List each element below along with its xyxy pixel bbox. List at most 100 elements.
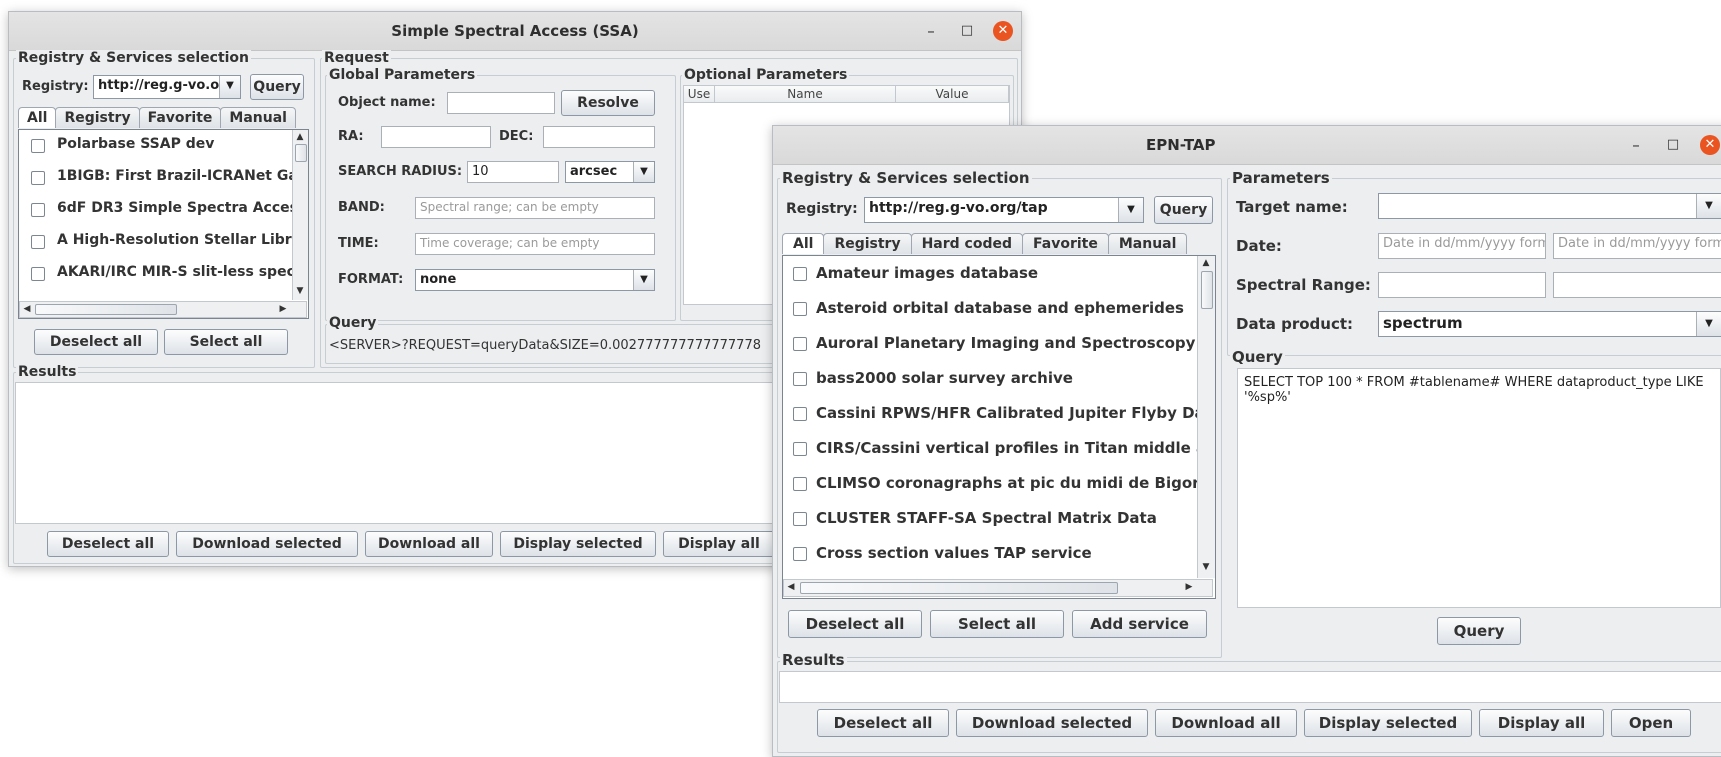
list-item[interactable]: 6dF DR3 Simple Spectra Access bbox=[19, 194, 308, 226]
date-end-input[interactable]: Date in dd/mm/yyyy form bbox=[1553, 233, 1721, 259]
list-item[interactable]: Polarbase SSAP dev bbox=[19, 130, 308, 162]
ssa-list-horizontal-scrollbar[interactable]: ◀ ▶ bbox=[19, 301, 307, 318]
list-item[interactable]: AKARI/IRC MIR-S slit-less spectro bbox=[19, 258, 308, 290]
checkbox[interactable] bbox=[31, 171, 45, 185]
maximize-icon[interactable]: □ bbox=[1663, 135, 1683, 155]
ssa-deselect-all-button[interactable]: Deselect all bbox=[34, 329, 158, 355]
epn-results-deselect-all-button[interactable]: Deselect all bbox=[817, 709, 949, 737]
epn-list-scroll-thumb[interactable] bbox=[1201, 271, 1213, 309]
list-item[interactable]: bass2000 solar survey archive bbox=[783, 361, 1215, 396]
epn-list-horizontal-scrollbar[interactable]: ◀ ▶ bbox=[783, 579, 1213, 597]
ssa-results-deselect-all-button[interactable]: Deselect all bbox=[47, 531, 169, 557]
ssa-display-all-button[interactable]: Display all bbox=[663, 531, 775, 557]
chevron-down-icon[interactable]: ▼ bbox=[1696, 194, 1721, 218]
spectral-range-max-input[interactable] bbox=[1553, 272, 1721, 298]
list-item[interactable]: Asteroid orbital database and ephemeride… bbox=[783, 291, 1215, 326]
column-header-name[interactable]: Name bbox=[715, 86, 896, 103]
spectral-range-min-input[interactable] bbox=[1378, 272, 1546, 298]
epn-list-hscroll-thumb[interactable] bbox=[800, 582, 1118, 594]
format-select[interactable]: none ▼ bbox=[415, 269, 655, 291]
epn-download-all-button[interactable]: Download all bbox=[1155, 709, 1297, 737]
checkbox[interactable] bbox=[793, 547, 807, 561]
list-item[interactable]: CLIMSO coronagraphs at pic du midi de Bi… bbox=[783, 466, 1215, 501]
epn-display-all-button[interactable]: Display all bbox=[1479, 709, 1604, 737]
epn-open-button[interactable]: Open bbox=[1611, 709, 1691, 737]
ssa-titlebar[interactable]: Simple Spectral Access (SSA) – □ ✕ bbox=[9, 12, 1021, 51]
tab-manual[interactable]: Manual bbox=[1107, 233, 1188, 254]
chevron-down-icon[interactable]: ▼ bbox=[1696, 312, 1721, 336]
resolve-button[interactable]: Resolve bbox=[561, 90, 655, 116]
list-item[interactable]: Amateur images database bbox=[783, 256, 1215, 291]
tab-favorite[interactable]: Favorite bbox=[1022, 233, 1109, 254]
tab-registry[interactable]: Registry bbox=[823, 233, 912, 254]
data-product-select[interactable]: spectrum ▼ bbox=[1378, 311, 1721, 337]
ssa-list-vertical-scrollbar[interactable]: ▲ ▼ bbox=[292, 130, 308, 300]
epn-select-all-button[interactable]: Select all bbox=[930, 610, 1064, 638]
scroll-right-icon[interactable]: ▶ bbox=[276, 304, 290, 314]
epn-results-area[interactable] bbox=[779, 671, 1721, 703]
column-header-value[interactable]: Value bbox=[896, 86, 1009, 103]
tab-manual[interactable]: Manual bbox=[220, 107, 296, 128]
epn-registry-combo[interactable]: http://reg.g-vo.org/tap ▼ bbox=[864, 197, 1144, 223]
ssa-download-all-button[interactable]: Download all bbox=[365, 531, 493, 557]
ssa-list-hscroll-thumb[interactable] bbox=[35, 304, 177, 315]
ssa-display-selected-button[interactable]: Display selected bbox=[500, 531, 656, 557]
epn-deselect-all-button[interactable]: Deselect all bbox=[788, 610, 922, 638]
close-icon[interactable]: ✕ bbox=[993, 21, 1013, 41]
list-item[interactable]: Auroral Planetary Imaging and Spectrosco… bbox=[783, 326, 1215, 361]
epn-download-selected-button[interactable]: Download selected bbox=[956, 709, 1148, 737]
list-item[interactable]: CIRS/Cassini vertical profiles in Titan … bbox=[783, 431, 1215, 466]
minimize-icon[interactable]: – bbox=[921, 21, 941, 41]
ra-input[interactable] bbox=[381, 126, 491, 148]
ssa-list-scroll-thumb[interactable] bbox=[295, 144, 307, 162]
checkbox[interactable] bbox=[31, 203, 45, 217]
scroll-left-icon[interactable]: ◀ bbox=[784, 582, 798, 592]
checkbox[interactable] bbox=[793, 267, 807, 281]
chevron-down-icon[interactable]: ▼ bbox=[219, 76, 240, 98]
close-icon[interactable]: ✕ bbox=[1700, 135, 1720, 155]
scroll-right-icon[interactable]: ▶ bbox=[1182, 582, 1196, 592]
scroll-up-icon[interactable]: ▲ bbox=[293, 132, 307, 142]
band-input[interactable]: Spectral range; can be empty bbox=[415, 197, 655, 219]
tab-hard-coded[interactable]: Hard coded bbox=[910, 233, 1024, 254]
tab-registry[interactable]: Registry bbox=[55, 107, 140, 128]
checkbox[interactable] bbox=[31, 267, 45, 281]
object-name-input[interactable] bbox=[447, 92, 555, 114]
list-item[interactable]: Cross section values TAP service bbox=[783, 536, 1215, 571]
epn-query-textarea[interactable]: SELECT TOP 100 * FROM #tablename# WHERE … bbox=[1237, 368, 1721, 608]
list-item[interactable]: CLUSTER STAFF-SA Spectral Matrix Data bbox=[783, 501, 1215, 536]
tab-all[interactable]: All bbox=[18, 107, 57, 128]
checkbox[interactable] bbox=[793, 477, 807, 491]
epn-display-selected-button[interactable]: Display selected bbox=[1304, 709, 1472, 737]
chevron-down-icon[interactable]: ▼ bbox=[1118, 198, 1143, 222]
minimize-icon[interactable]: – bbox=[1626, 135, 1646, 155]
checkbox[interactable] bbox=[31, 139, 45, 153]
ssa-query-text[interactable]: <SERVER>?REQUEST=queryData&SIZE=0.002777… bbox=[329, 338, 761, 353]
checkbox[interactable] bbox=[793, 302, 807, 316]
ssa-registry-query-button[interactable]: Query bbox=[250, 74, 304, 100]
checkbox[interactable] bbox=[31, 235, 45, 249]
radius-unit-select[interactable]: arcsec ▼ bbox=[565, 161, 655, 183]
target-name-select[interactable]: ▼ bbox=[1378, 193, 1721, 219]
epn-query-submit-button[interactable]: Query bbox=[1437, 617, 1521, 645]
tab-favorite[interactable]: Favorite bbox=[138, 107, 222, 128]
scroll-up-icon[interactable]: ▲ bbox=[1199, 258, 1213, 268]
column-header-use[interactable]: Use bbox=[684, 86, 715, 103]
scroll-down-icon[interactable]: ▼ bbox=[1199, 562, 1213, 572]
epn-titlebar[interactable]: EPN-TAP – □ ✕ bbox=[773, 126, 1721, 165]
maximize-icon[interactable]: □ bbox=[957, 21, 977, 41]
ssa-download-selected-button[interactable]: Download selected bbox=[176, 531, 358, 557]
epn-list-vertical-scrollbar[interactable]: ▲ ▼ bbox=[1197, 256, 1215, 578]
chevron-down-icon[interactable]: ▼ bbox=[633, 270, 654, 290]
checkbox[interactable] bbox=[793, 407, 807, 421]
list-item[interactable]: 1BIGB: First Brazil-ICRANet Gamm bbox=[19, 162, 308, 194]
scroll-left-icon[interactable]: ◀ bbox=[20, 304, 34, 314]
date-start-input[interactable]: Date in dd/mm/yyyy form bbox=[1378, 233, 1546, 259]
tab-all[interactable]: All bbox=[782, 233, 825, 254]
ssa-select-all-button[interactable]: Select all bbox=[164, 329, 288, 355]
list-item[interactable]: Cassini RPWS/HFR Calibrated Jupiter Flyb… bbox=[783, 396, 1215, 431]
checkbox[interactable] bbox=[793, 372, 807, 386]
search-radius-input[interactable]: 10 bbox=[467, 161, 559, 183]
ssa-registry-combo[interactable]: http://reg.g-vo.or ▼ bbox=[93, 75, 241, 99]
scroll-down-icon[interactable]: ▼ bbox=[293, 286, 307, 296]
